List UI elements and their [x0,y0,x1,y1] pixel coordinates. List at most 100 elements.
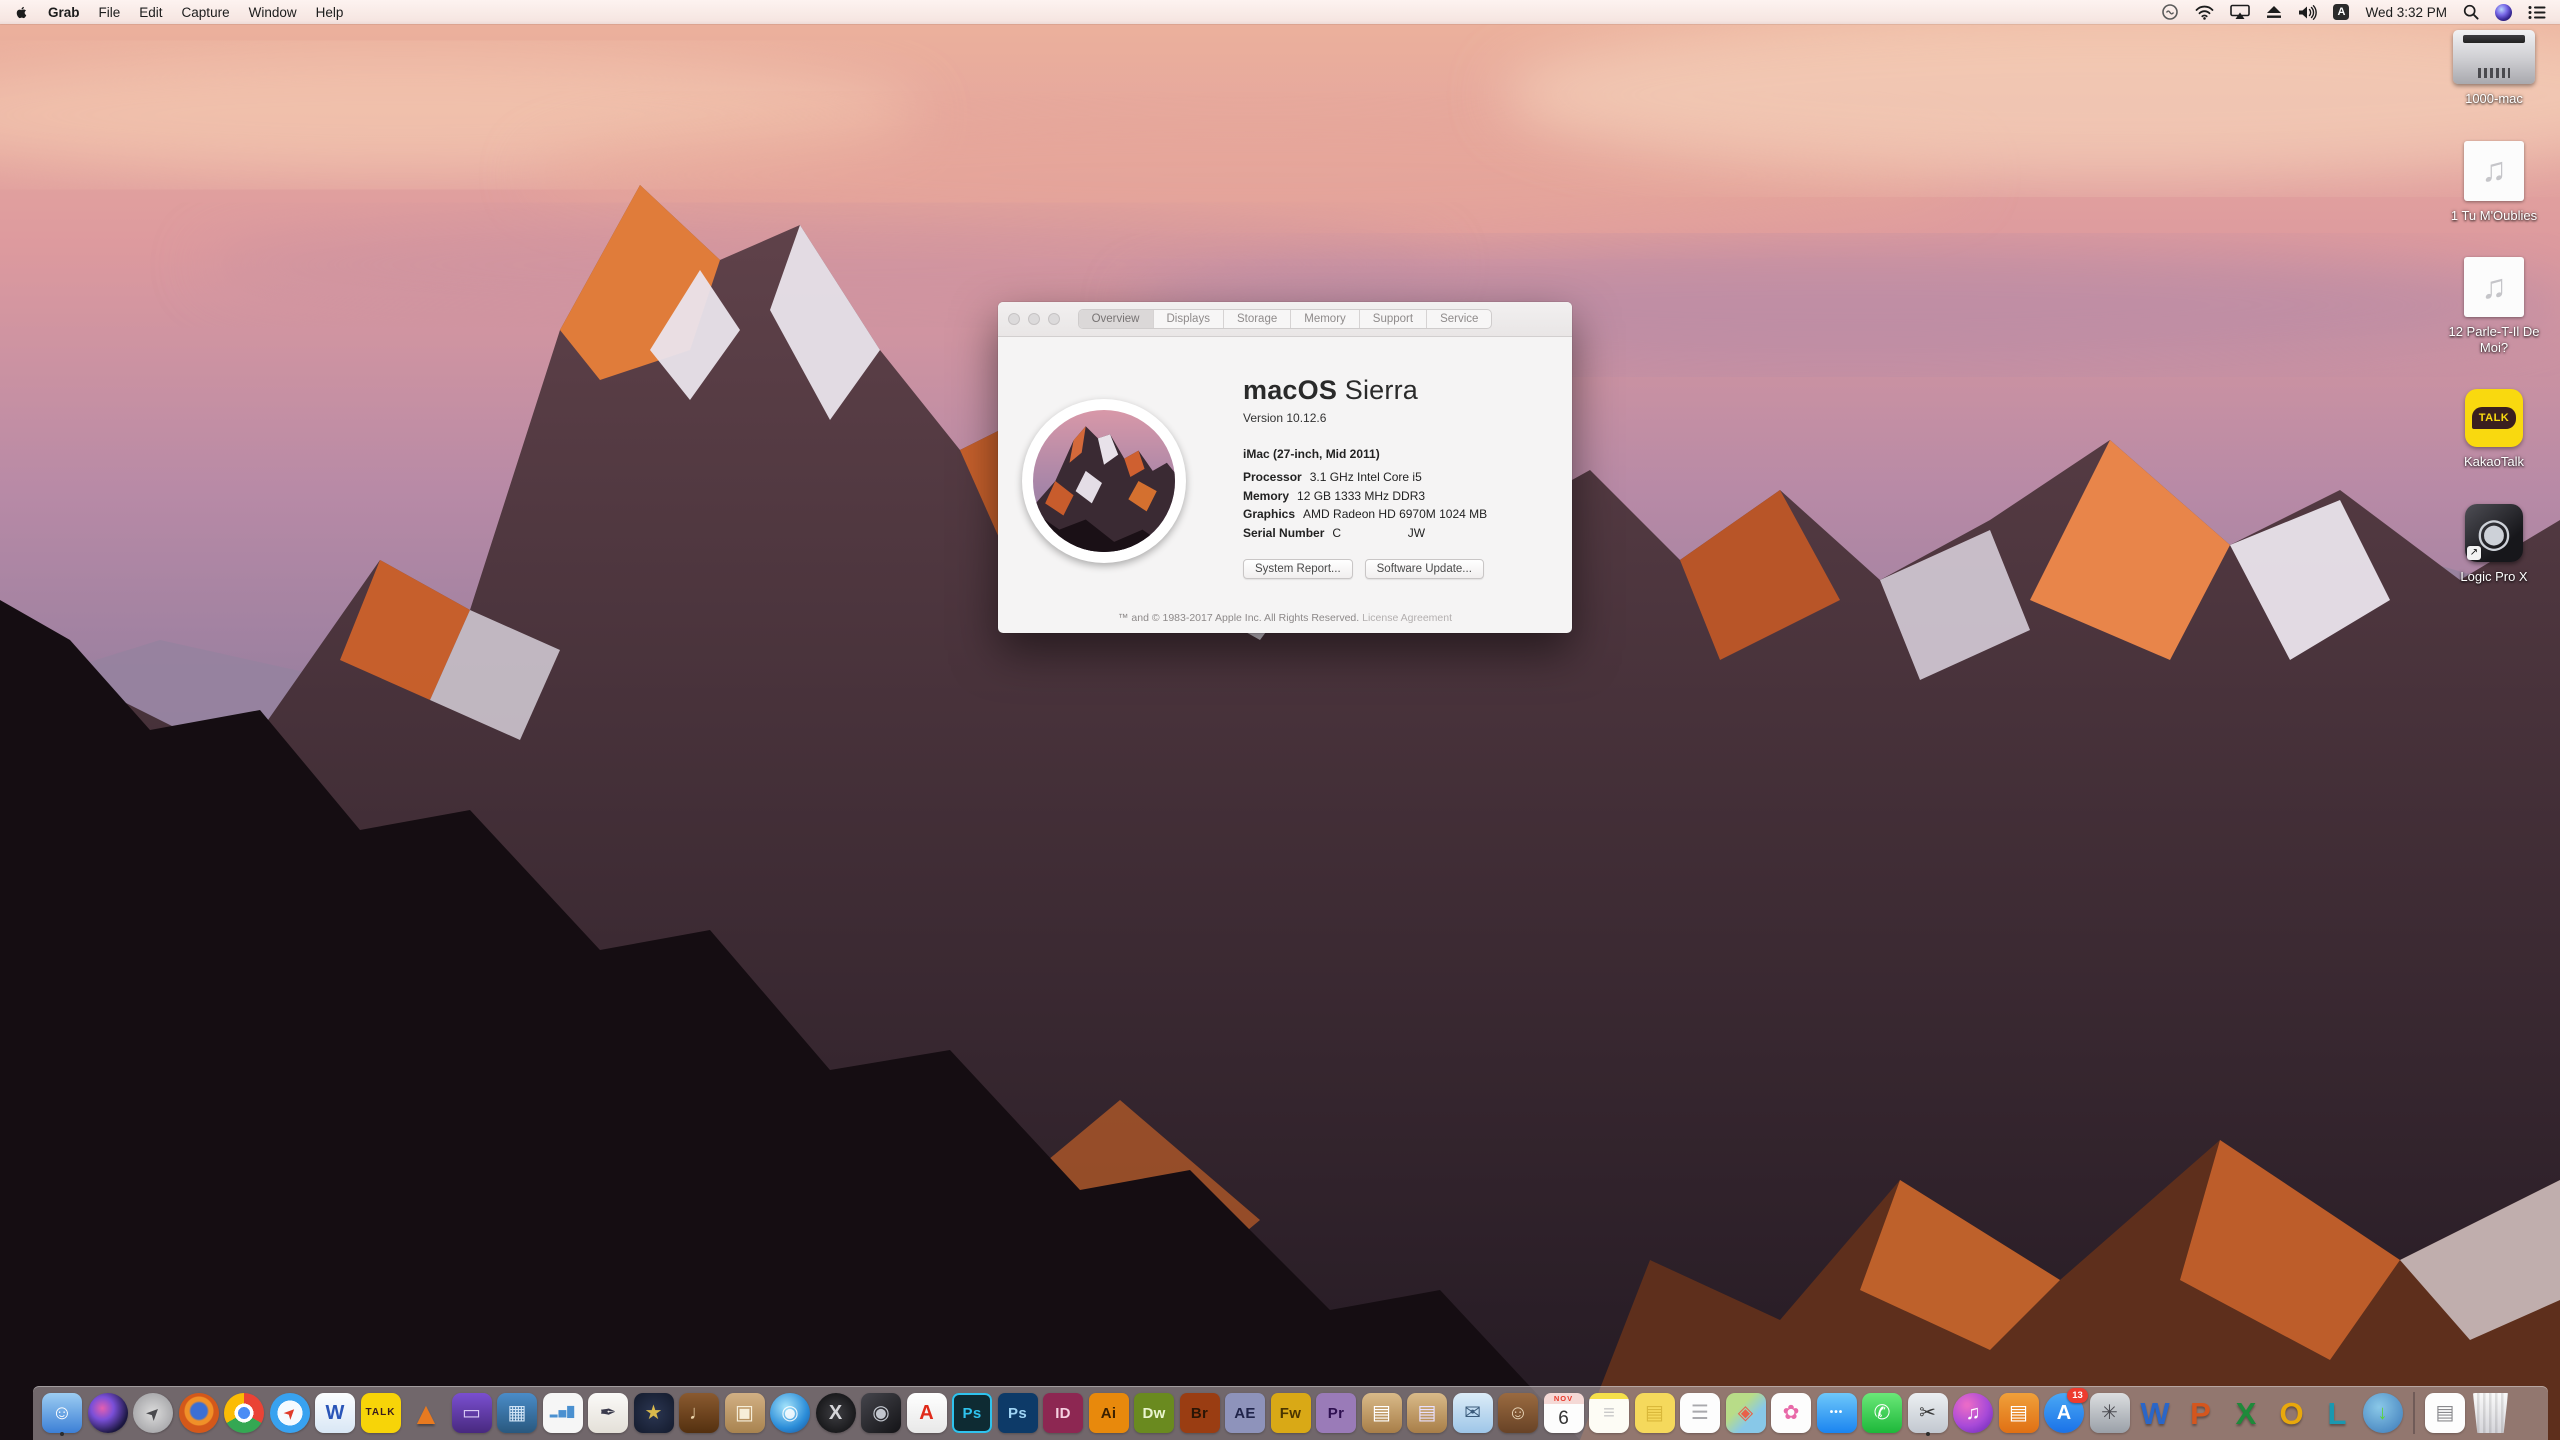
tab-memory[interactable]: Memory [1291,310,1360,328]
dock-stickies-icon[interactable]: ▤ [1635,1390,1675,1436]
dock-archive-utility-1-icon[interactable]: ▤ [1362,1390,1402,1436]
dock-facetime-icon[interactable]: ✆ [1862,1390,1902,1436]
dock-photos-icon[interactable]: ✿ [1771,1390,1811,1436]
tab-displays[interactable]: Displays [1154,310,1224,328]
dock-illustrator-icon[interactable]: Ai [1089,1390,1129,1436]
dock-net-downloader-icon[interactable]: ↓ [2363,1390,2403,1436]
dock-wordweb-icon[interactable]: W [315,1390,355,1436]
desktop-icon-parle-t-il-de-moi[interactable]: ♫12 Parle-T-Il De Moi? [2435,257,2553,355]
dock-ibooks-icon[interactable]: ▤ [1999,1390,2039,1436]
copyright-footer: ™ and © 1983-2017 Apple Inc. All Rights … [998,612,1572,624]
tab-support[interactable]: Support [1360,310,1427,328]
dock-archive-utility-2-icon[interactable]: ▤ [1407,1390,1447,1436]
system-report-button[interactable]: System Report... [1243,559,1353,579]
dock-excel-icon[interactable]: X [2226,1390,2266,1436]
tab-bar: OverviewDisplaysStorageMemorySupportServ… [1078,309,1493,329]
dock-keynote-icon[interactable]: ▦ [497,1390,537,1436]
menu-edit[interactable]: Edit [139,5,162,20]
dock-launchpad-icon[interactable]: ➤ [133,1390,173,1436]
copyright-text: ™ and © 1983-2017 Apple Inc. All Rights … [1118,612,1359,624]
dock-toast-titanium-icon[interactable]: ▭ [452,1390,492,1436]
dock-photoshop-cs5-icon[interactable]: Ps [998,1390,1038,1436]
menu-capture[interactable]: Capture [182,5,230,20]
sierra-wallpaper [0,0,2560,1440]
desktop-icon-label: 1000-mac [2465,91,2523,107]
apple-icon [14,4,29,21]
os-title: macOS Sierra [1243,375,1556,406]
dock-outlook-icon[interactable]: O [2272,1390,2312,1436]
dock-dvd-video-icon[interactable]: ◉ [770,1390,810,1436]
dock-photoshop-cs6-icon[interactable]: Ps [952,1390,992,1436]
dock-trash-icon[interactable] [2471,1390,2511,1436]
dock-chrome-icon[interactable] [224,1390,264,1436]
os-version: Version 10.12.6 [1243,411,1556,425]
dock-contacts-icon[interactable]: ☺ [1498,1390,1538,1436]
dock-app-store-icon[interactable]: A13 [2044,1390,2084,1436]
about-this-mac-window[interactable]: OverviewDisplaysStorageMemorySupportServ… [998,302,1572,633]
apple-menu[interactable] [14,4,29,21]
desktop-icon-tu-moublies[interactable]: ♫1 Tu M'Oublies [2451,141,2537,224]
dock-acrobat-icon[interactable]: A [907,1390,947,1436]
dock-notes-icon[interactable]: ≡ [1589,1390,1629,1436]
dock-system-preferences-icon[interactable]: ✳ [2090,1390,2130,1436]
dock-x-app-icon[interactable]: X [816,1390,856,1436]
dock-garageband-icon[interactable]: ♩ [679,1390,719,1436]
dock-firefox-icon[interactable] [179,1390,219,1436]
dock-document-window-icon[interactable]: ▤ [2425,1390,2465,1436]
zoom-button[interactable] [1048,313,1060,325]
notification-center-icon[interactable] [2528,3,2546,21]
window-titlebar[interactable]: OverviewDisplaysStorageMemorySupportServ… [998,302,1572,337]
dock-vlc-icon[interactable]: ▲ [406,1390,446,1436]
dock-logic-pro-icon[interactable]: ◉ [861,1390,901,1436]
dock-mail-icon[interactable]: ✉ [1453,1390,1493,1436]
close-button[interactable] [1008,313,1020,325]
eject-icon[interactable] [2266,3,2282,21]
menu-grab[interactable]: Grab [48,5,80,20]
tab-service[interactable]: Service [1427,310,1491,328]
menu-file[interactable]: File [99,5,121,20]
dock-dreamweaver-icon[interactable]: Dw [1134,1390,1174,1436]
menu-right: A Wed 3:32 PM [2161,3,2546,21]
volume-icon[interactable] [2298,3,2317,21]
dock-kakaotalk-icon[interactable]: TALK [361,1390,401,1436]
minimize-button[interactable] [1028,313,1040,325]
desktop-icon-1000-mac[interactable]: 1000-mac [2453,30,2535,107]
dock-messages-icon[interactable]: ••• [1817,1390,1857,1436]
dock-word-icon[interactable]: W [2135,1390,2175,1436]
dock-numbers-icon[interactable]: ▂▅█ [543,1390,583,1436]
dock-lync-icon[interactable]: L [2317,1390,2357,1436]
dock-itunes-icon[interactable]: ♫ [1953,1390,1993,1436]
menu-clock[interactable]: Wed 3:32 PM [2365,5,2447,20]
notification-badge: 13 [2067,1388,2088,1403]
input-source-icon[interactable]: A [2333,4,2349,20]
dock-safari-icon[interactable]: ➤ [270,1390,310,1436]
menu-window[interactable]: Window [249,5,297,20]
menu-help[interactable]: Help [316,5,344,20]
software-update-button[interactable]: Software Update... [1365,559,1484,579]
dock-finder-icon[interactable]: ☺ [42,1390,82,1436]
dock-imovie-icon[interactable]: ★ [634,1390,674,1436]
dock-fireworks-icon[interactable]: Fw [1271,1390,1311,1436]
dock-scrapbook-icon[interactable]: ▣ [725,1390,765,1436]
license-agreement-link[interactable]: License Agreement [1362,612,1452,624]
spotlight-icon[interactable] [2463,3,2479,21]
dock-reminders-icon[interactable]: ☰ [1680,1390,1720,1436]
dock-maps-icon[interactable]: ◈ [1726,1390,1766,1436]
creative-cloud-icon[interactable] [2161,3,2179,21]
dock-premiere-icon[interactable]: Pr [1316,1390,1356,1436]
dock-pages-icon[interactable]: ✒ [588,1390,628,1436]
airplay-display-icon[interactable] [2230,3,2250,21]
dock-powerpoint-icon[interactable]: P [2181,1390,2221,1436]
wifi-icon[interactable] [2195,3,2214,21]
desktop-icon-kakaotalk[interactable]: TALKKakaoTalk [2464,389,2524,470]
dock-after-effects-icon[interactable]: AE [1225,1390,1265,1436]
dock-calendar-icon[interactable]: NOV6 [1544,1390,1584,1436]
dock-siri-icon[interactable] [88,1390,128,1436]
dock-bridge-icon[interactable]: Br [1180,1390,1220,1436]
desktop-icon-logic-pro-x[interactable]: ◉↗Logic Pro X [2460,504,2527,585]
dock-indesign-icon[interactable]: ID [1043,1390,1083,1436]
tab-overview[interactable]: Overview [1079,310,1154,328]
tab-storage[interactable]: Storage [1224,310,1291,328]
siri-menu-icon[interactable] [2495,4,2512,21]
dock-grab-icon[interactable]: ✂ [1908,1390,1948,1436]
